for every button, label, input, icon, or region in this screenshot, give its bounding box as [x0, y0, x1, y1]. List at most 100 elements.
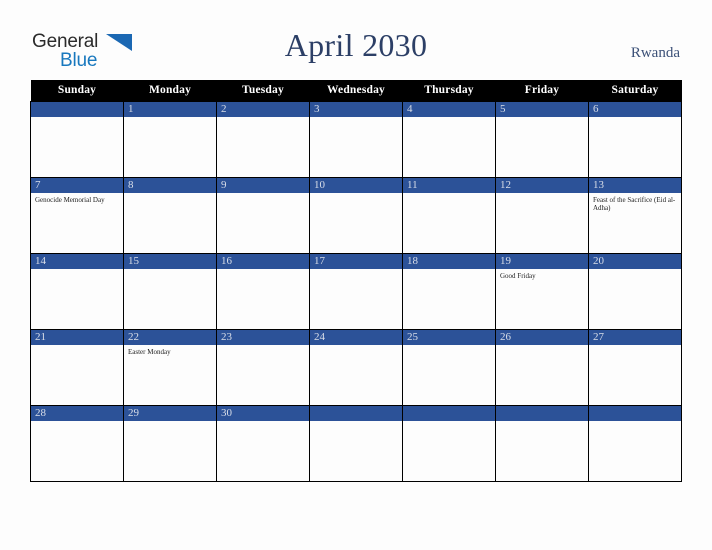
day-cell-8[interactable]: 8 [123, 176, 217, 254]
event-label: Easter Monday [128, 347, 171, 356]
day-cell-25[interactable]: 25 [402, 328, 496, 406]
day-events [496, 345, 588, 348]
day-cell-24[interactable]: 24 [309, 328, 403, 406]
day-number: 22 [124, 329, 216, 345]
day-events [217, 421, 309, 424]
calendar-header-row: Sunday Monday Tuesday Wednesday Thursday Frid… [30, 80, 682, 101]
day-events [403, 193, 495, 196]
day-cell-6[interactable]: 6 [588, 100, 682, 178]
day-events [310, 117, 402, 120]
day-number: 28 [31, 405, 123, 421]
day-cell-empty[interactable] [30, 100, 124, 178]
day-cell-20[interactable]: 20 [588, 252, 682, 330]
day-cell-26[interactable]: 26 [495, 328, 589, 406]
weekday-header-thursday: Thursday [402, 80, 496, 101]
day-cell-27[interactable]: 27 [588, 328, 682, 406]
day-events [403, 269, 495, 272]
day-cell-17[interactable]: 17 [309, 252, 403, 330]
day-cell-9[interactable]: 9 [216, 176, 310, 254]
day-number: 15 [124, 253, 216, 269]
day-number: 8 [124, 177, 216, 193]
day-number: 30 [217, 405, 309, 421]
day-events [403, 117, 495, 120]
weekday-header-monday: Monday [123, 80, 217, 101]
day-number: 14 [31, 253, 123, 269]
day-cell-19[interactable]: 19 Good Friday [495, 252, 589, 330]
day-cell-29[interactable]: 29 [123, 404, 217, 482]
day-events: Good Friday [496, 269, 588, 281]
day-events [589, 269, 681, 272]
day-cell-7[interactable]: 7 Genocide Memorial Day [30, 176, 124, 254]
day-events [124, 193, 216, 196]
calendar-grid: Sunday Monday Tuesday Wednesday Thursday Frid… [30, 80, 682, 482]
day-number [310, 405, 402, 421]
day-cell-22[interactable]: 22 Easter Monday [123, 328, 217, 406]
day-events [31, 269, 123, 272]
day-cell-5[interactable]: 5 [495, 100, 589, 178]
weekday-header-sunday: Sunday [30, 80, 124, 101]
day-events [31, 117, 123, 120]
day-cell-15[interactable]: 15 [123, 252, 217, 330]
day-events [589, 117, 681, 120]
day-cell-21[interactable]: 21 [30, 328, 124, 406]
day-cell-18[interactable]: 18 [402, 252, 496, 330]
day-cell-3[interactable]: 3 [309, 100, 403, 178]
calendar-week-row: 21 22 Easter Monday 23 24 25 26 27 [30, 328, 682, 406]
day-cell-empty[interactable] [402, 404, 496, 482]
day-number [589, 405, 681, 421]
event-label: Good Friday [500, 271, 536, 280]
weekday-header-tuesday: Tuesday [216, 80, 310, 101]
day-events [310, 269, 402, 272]
day-events [31, 345, 123, 348]
day-events [310, 345, 402, 348]
day-events [589, 421, 681, 424]
day-events [496, 193, 588, 196]
day-cell-empty[interactable] [309, 404, 403, 482]
day-events [217, 193, 309, 196]
day-cell-10[interactable]: 10 [309, 176, 403, 254]
day-number: 19 [496, 253, 588, 269]
day-number: 18 [403, 253, 495, 269]
day-number: 16 [217, 253, 309, 269]
day-cell-empty[interactable] [495, 404, 589, 482]
calendar-week-row: 7 Genocide Memorial Day 8 9 10 11 12 13 Feast of… [30, 176, 682, 254]
day-number: 29 [124, 405, 216, 421]
day-number: 20 [589, 253, 681, 269]
day-cell-empty[interactable] [588, 404, 682, 482]
day-cell-2[interactable]: 2 [216, 100, 310, 178]
day-number: 1 [124, 101, 216, 117]
day-cell-11[interactable]: 11 [402, 176, 496, 254]
day-number: 21 [31, 329, 123, 345]
calendar-body: 1 2 3 4 5 6 7 Genocide Memorial Day 8 9 10 11 12 13 Fe… [30, 100, 682, 482]
day-cell-12[interactable]: 12 [495, 176, 589, 254]
calendar-page: General Blue April 2030 Rwanda Sunday Mon… [0, 0, 712, 550]
day-number: 24 [310, 329, 402, 345]
day-events [124, 117, 216, 120]
day-events [217, 345, 309, 348]
day-events [217, 269, 309, 272]
day-events [310, 421, 402, 424]
country-label: Rwanda [630, 45, 680, 61]
day-cell-13[interactable]: 13 Feast of the Sacrifice (Eid al-Adha) [588, 176, 682, 254]
day-number: 11 [403, 177, 495, 193]
day-cell-23[interactable]: 23 [216, 328, 310, 406]
weekday-header-wednesday: Wednesday [309, 80, 403, 101]
day-events [217, 117, 309, 120]
day-number: 13 [589, 177, 681, 193]
day-cell-1[interactable]: 1 [123, 100, 217, 178]
page-title: April 2030 [284, 27, 428, 63]
day-cell-14[interactable]: 14 [30, 252, 124, 330]
day-cell-30[interactable]: 30 [216, 404, 310, 482]
day-events [403, 421, 495, 424]
day-number: 3 [310, 101, 402, 117]
event-label: Genocide Memorial Day [35, 195, 105, 204]
day-cell-28[interactable]: 28 [30, 404, 124, 482]
day-cell-4[interactable]: 4 [402, 100, 496, 178]
day-events [31, 421, 123, 424]
calendar-week-row: 14 15 16 17 18 19 Good Friday 20 [30, 252, 682, 330]
day-number: 5 [496, 101, 588, 117]
day-cell-16[interactable]: 16 [216, 252, 310, 330]
day-events [589, 345, 681, 348]
day-events [124, 269, 216, 272]
day-events [496, 421, 588, 424]
